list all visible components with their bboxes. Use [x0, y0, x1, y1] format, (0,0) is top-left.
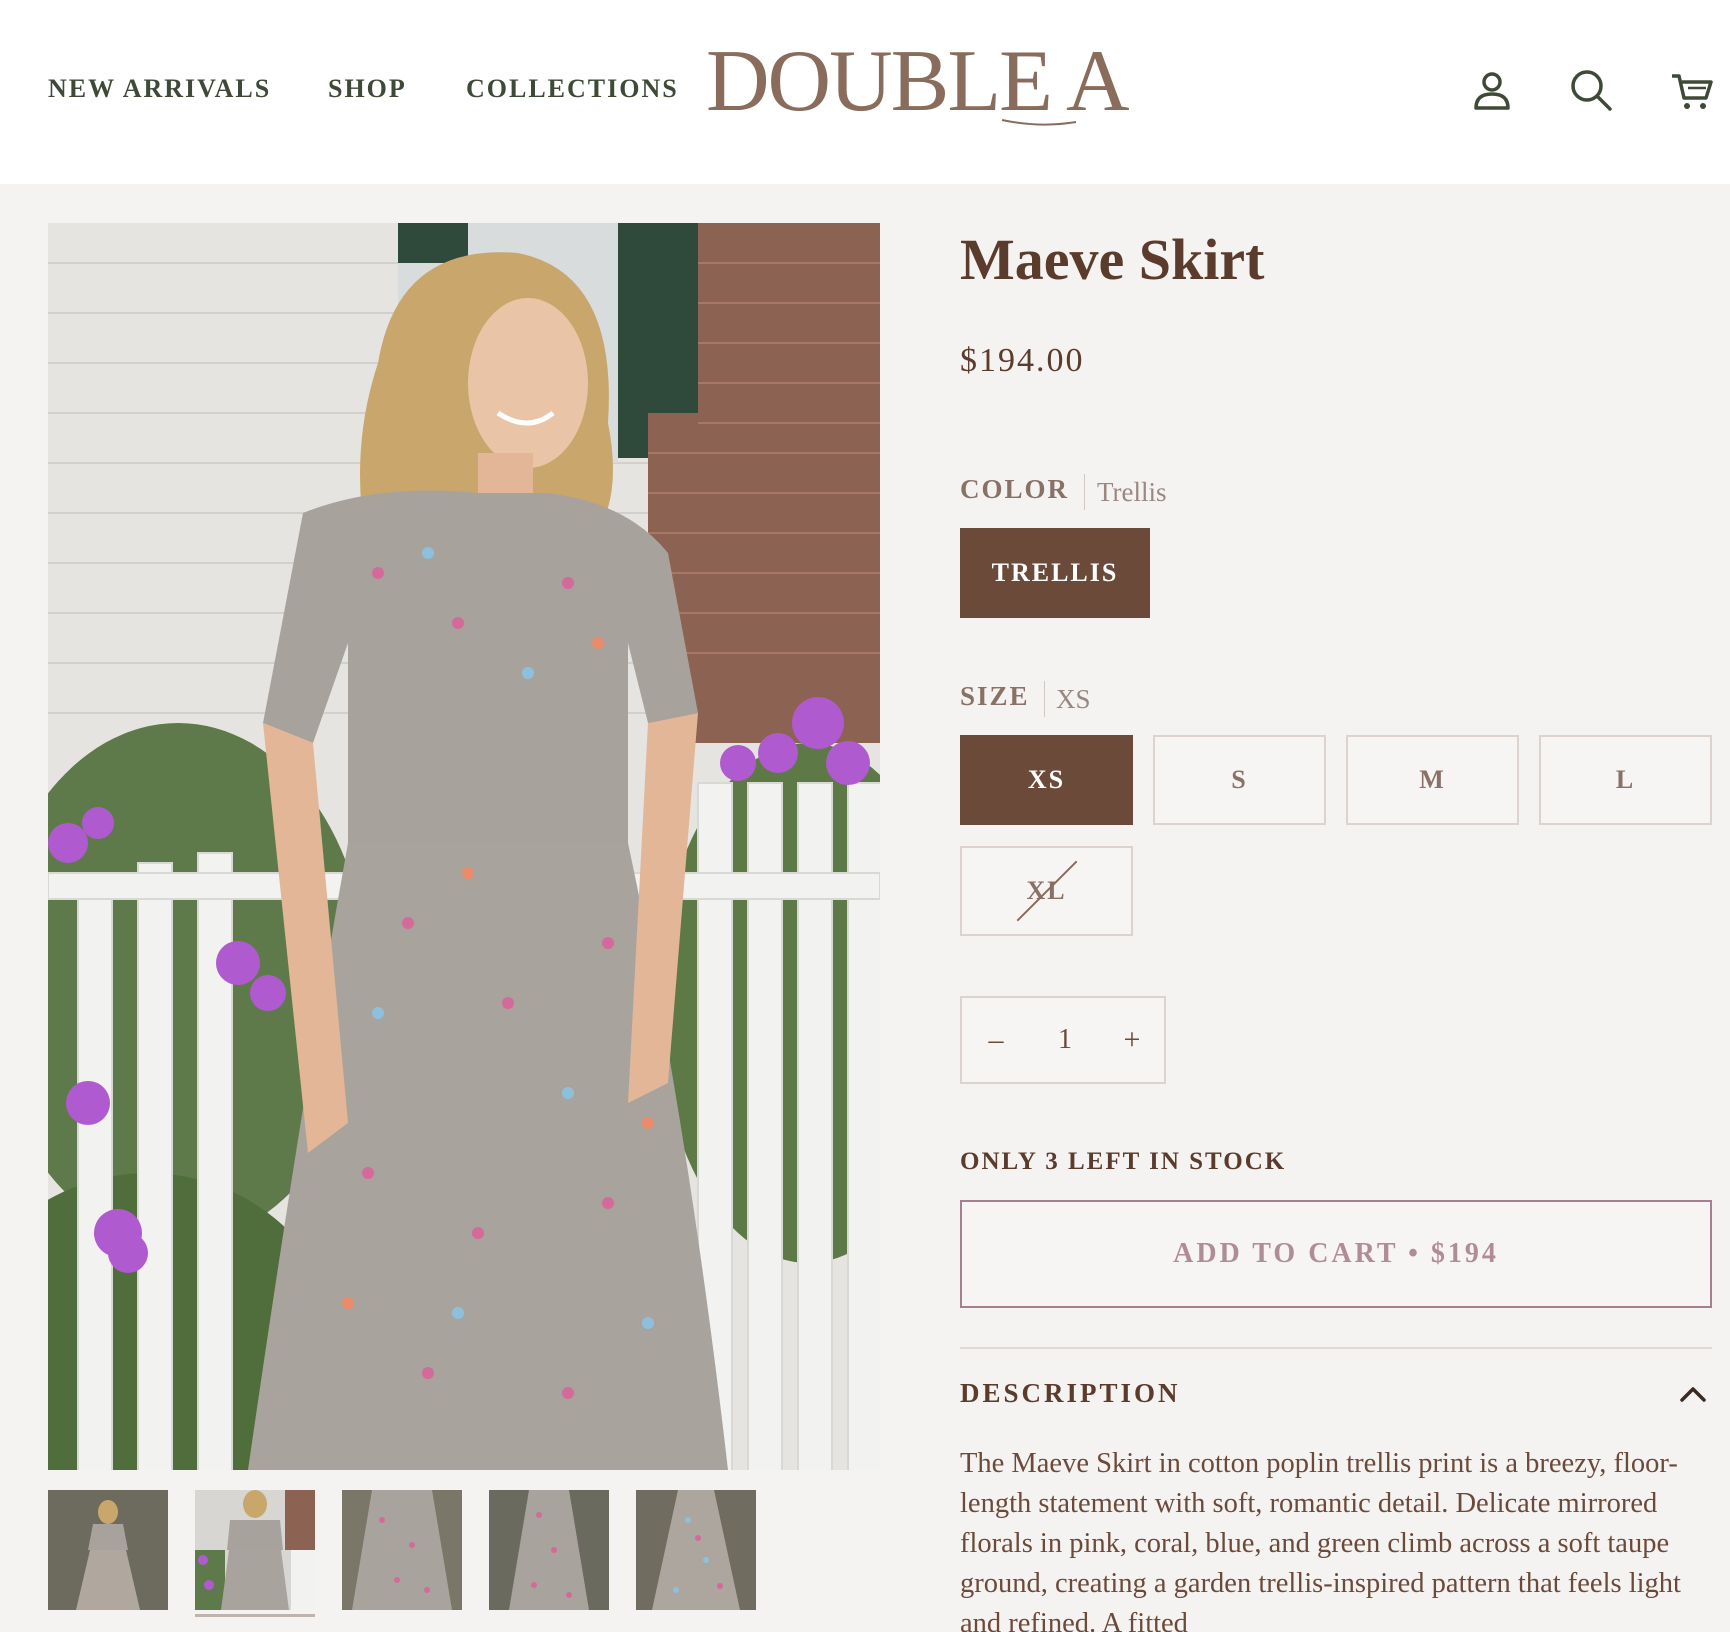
quantity-stepper: – 1 +	[960, 996, 1166, 1084]
color-separator	[1084, 474, 1085, 510]
size-separator	[1044, 681, 1045, 717]
color-option-trellis[interactable]: TRELLIS	[960, 528, 1150, 618]
thumbnail-4-image	[489, 1490, 609, 1610]
quantity-value[interactable]: 1	[1032, 998, 1098, 1082]
product-main-image[interactable]	[48, 223, 880, 1470]
logo-swash	[1001, 119, 1077, 126]
size-option-xl-soldout[interactable]: XL	[960, 846, 1133, 936]
thumbnail-2[interactable]	[195, 1490, 315, 1610]
thumbnail-1[interactable]	[48, 1490, 168, 1610]
nav-shop[interactable]: SHOP	[328, 74, 407, 104]
product-photo	[48, 223, 880, 1470]
quantity-increase-button[interactable]: +	[1102, 998, 1162, 1082]
site-header: NEW ARRIVALS SHOP COLLECTIONS DOUBLE A	[0, 0, 1730, 184]
size-option-l[interactable]: L	[1539, 735, 1712, 825]
description-text: The Maeve Skirt in cotton poplin trellis…	[960, 1448, 1681, 1632]
cart-icon[interactable]	[1668, 66, 1716, 114]
thumbnail-2-image	[195, 1490, 315, 1610]
stock-notice: ONLY 3 LEFT IN STOCK	[960, 1148, 1287, 1175]
color-label: COLOR	[960, 474, 1070, 504]
quantity-decrease-button[interactable]: –	[966, 998, 1026, 1082]
thumbnail-1-image	[48, 1490, 168, 1610]
size-option-s[interactable]: S	[1153, 735, 1326, 825]
size-label: SIZE	[960, 681, 1030, 711]
thumbnail-4[interactable]	[489, 1490, 609, 1610]
nav-new-arrivals[interactable]: NEW ARRIVALS	[48, 74, 271, 104]
thumbnail-5-image	[636, 1490, 756, 1610]
account-icon[interactable]	[1468, 66, 1516, 114]
product-title: Maeve Skirt	[960, 227, 1265, 292]
thumbnail-5[interactable]	[636, 1490, 756, 1610]
description-heading[interactable]: DESCRIPTION	[960, 1378, 1181, 1409]
chevron-up-icon[interactable]	[1676, 1378, 1710, 1412]
size-selected-value: XS	[1056, 684, 1091, 714]
nav-collections[interactable]: COLLECTIONS	[466, 74, 679, 104]
size-option-m[interactable]: M	[1346, 735, 1519, 825]
active-thumbnail-indicator	[195, 1614, 315, 1617]
add-to-cart-button[interactable]: ADD TO CART • $194	[960, 1200, 1712, 1308]
search-icon[interactable]	[1567, 66, 1615, 114]
product-price: $194.00	[960, 342, 1085, 379]
color-selected-value: Trellis	[1097, 477, 1167, 507]
thumbnail-3[interactable]	[342, 1490, 462, 1610]
size-option-xs[interactable]: XS	[960, 735, 1133, 825]
section-divider	[960, 1347, 1712, 1349]
thumbnail-3-image	[342, 1490, 462, 1610]
